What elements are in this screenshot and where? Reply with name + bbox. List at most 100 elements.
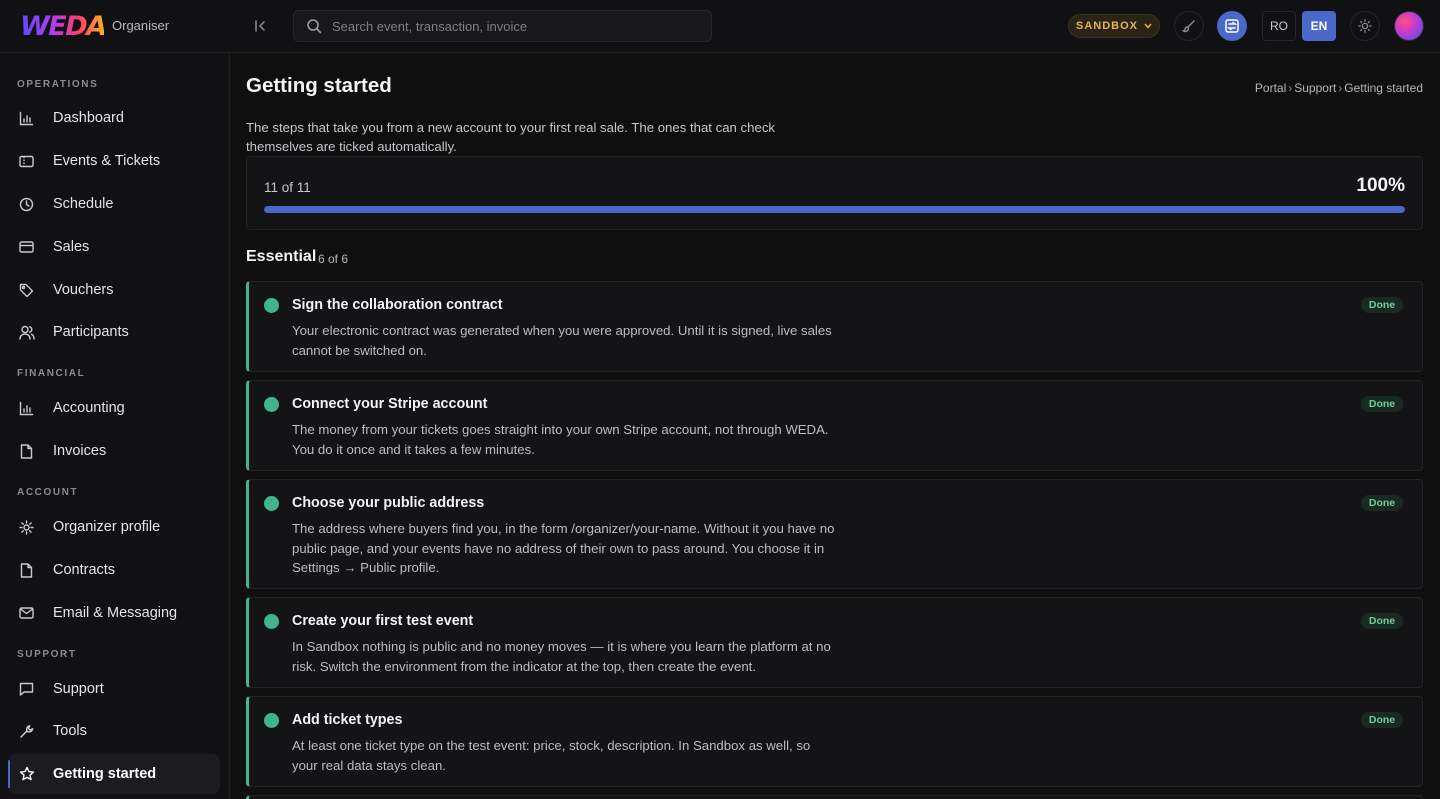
search-input[interactable] xyxy=(332,18,711,34)
task-card[interactable]: Sign the collaboration contract Your ele… xyxy=(246,281,1423,372)
status-badge: Done xyxy=(1361,396,1403,412)
task-description: In Sandbox nothing is public and no mone… xyxy=(292,639,831,674)
sidebar-item-sales[interactable]: Sales xyxy=(8,227,220,267)
gear-icon xyxy=(18,519,35,536)
task-description: At least one ticket type on the test eve… xyxy=(292,738,811,773)
section-title-operations: OPERATIONS xyxy=(17,79,99,90)
sidebar-item-vouchers[interactable]: Vouchers xyxy=(8,270,220,310)
document-icon xyxy=(18,562,35,579)
sidebar: OPERATIONS Dashboard Events & Tickets Sc… xyxy=(0,53,230,799)
breadcrumb: Portal › Support › Getting started xyxy=(1255,81,1423,95)
main-content: Getting started Portal › Support › Getting s… xyxy=(230,53,1440,799)
language-ro-button[interactable]: RO xyxy=(1262,11,1296,41)
ticket-icon xyxy=(18,153,35,170)
sidebar-item-dashboard[interactable]: Dashboard xyxy=(8,98,220,138)
progress-bar xyxy=(264,206,1405,213)
top-bar: WEDA Organiser SANDBOX RO EN xyxy=(0,0,1440,53)
collapse-sidebar-button[interactable] xyxy=(249,14,273,38)
sidebar-item-label: Contracts xyxy=(53,562,116,578)
check-dot-icon xyxy=(264,713,279,728)
chevron-down-icon xyxy=(1144,23,1152,29)
sidebar-item-label: Events & Tickets xyxy=(53,153,161,169)
user-avatar[interactable] xyxy=(1394,11,1424,41)
page-title: Getting started xyxy=(246,74,392,97)
sidebar-item-label: Dashboard xyxy=(53,110,124,126)
task-title: Create your first test event xyxy=(292,613,474,629)
section-title-financial: FINANCIAL xyxy=(17,368,86,379)
users-icon xyxy=(18,324,35,341)
check-dot-icon xyxy=(264,298,279,313)
breadcrumb-support[interactable]: Support xyxy=(1294,81,1336,95)
environment-selector[interactable]: SANDBOX xyxy=(1068,14,1160,38)
sidebar-item-label: Vouchers xyxy=(53,282,114,298)
task-card[interactable]: Add ticket types At least one ticket typ… xyxy=(246,696,1423,787)
sidebar-item-label: Organizer profile xyxy=(53,519,161,535)
star-icon xyxy=(18,766,35,783)
sidebar-item-label: Invoices xyxy=(53,443,107,459)
sidebar-item-schedule[interactable]: Schedule xyxy=(8,184,220,224)
sidebar-item-accounting[interactable]: Accounting xyxy=(8,388,220,428)
check-dot-icon xyxy=(264,496,279,511)
sidebar-item-label: Schedule xyxy=(53,196,114,212)
search-icon xyxy=(307,19,322,34)
sidebar-item-events-tickets[interactable]: Events & Tickets xyxy=(8,141,220,181)
weda-logo[interactable]: WEDA xyxy=(20,11,107,42)
tag-icon xyxy=(18,282,35,299)
language-en-button[interactable]: EN xyxy=(1302,11,1336,41)
task-card[interactable]: Connect your Stripe account The money fr… xyxy=(246,380,1423,471)
breadcrumb-current: Getting started xyxy=(1344,81,1423,95)
status-badge: Done xyxy=(1361,712,1403,728)
sidebar-item-label: Support xyxy=(53,681,104,697)
sidebar-item-label: Sales xyxy=(53,239,90,255)
switch-environment-button[interactable] xyxy=(1217,11,1247,41)
task-card[interactable] xyxy=(246,795,1423,799)
task-description: Your electronic contract was generated w… xyxy=(292,323,832,358)
sidebar-item-contracts[interactable]: Contracts xyxy=(8,550,220,590)
sidebar-item-label: Email & Messaging xyxy=(53,605,178,621)
search-bar[interactable] xyxy=(293,10,712,42)
chat-icon xyxy=(18,681,35,698)
brush-button[interactable] xyxy=(1174,11,1204,41)
section-title-support: SUPPORT xyxy=(17,649,77,660)
clock-icon xyxy=(18,196,35,213)
sidebar-item-label: Tools xyxy=(53,723,87,739)
sidebar-item-organizer-profile[interactable]: Organizer profile xyxy=(8,507,220,547)
sidebar-item-invoices[interactable]: Invoices xyxy=(8,431,220,471)
breadcrumb-separator: › xyxy=(1288,81,1293,95)
brand-subtitle: Organiser xyxy=(112,18,170,33)
task-card[interactable]: Create your first test event In Sandbox … xyxy=(246,597,1423,688)
chart-icon xyxy=(18,110,35,127)
check-dot-icon xyxy=(264,614,279,629)
wrench-icon xyxy=(18,723,35,740)
task-title: Sign the collaboration contract xyxy=(292,297,503,313)
theme-toggle-button[interactable] xyxy=(1350,11,1380,41)
environment-label: SANDBOX xyxy=(1075,20,1138,32)
sidebar-item-email-messaging[interactable]: Email & Messaging xyxy=(8,593,220,633)
task-description: The address where buyers find you, in th… xyxy=(292,521,835,575)
sidebar-item-getting-started[interactable]: Getting started xyxy=(8,754,220,794)
section-title-account: ACCOUNT xyxy=(17,487,79,498)
breadcrumb-portal[interactable]: Portal xyxy=(1255,81,1286,95)
task-card[interactable]: Choose your public address The address w… xyxy=(246,479,1423,589)
status-badge: Done xyxy=(1361,613,1403,629)
sidebar-item-participants[interactable]: Participants xyxy=(8,312,220,352)
group-title: Essential xyxy=(246,248,317,265)
status-badge: Done xyxy=(1361,297,1403,313)
sidebar-item-label: Accounting xyxy=(53,400,125,416)
check-dot-icon xyxy=(264,397,279,412)
collapse-icon xyxy=(255,20,265,32)
swap-icon xyxy=(1225,19,1239,33)
sun-icon xyxy=(1358,19,1372,33)
task-description: The money from your tickets goes straigh… xyxy=(292,422,829,457)
progress-percent: 100% xyxy=(1356,175,1405,196)
sidebar-item-tools[interactable]: Tools xyxy=(8,711,220,751)
brush-icon xyxy=(1182,20,1195,33)
task-title: Choose your public address xyxy=(292,495,485,511)
progress-card: 11 of 11 100% xyxy=(246,156,1423,230)
intro-text: The steps that take you from a new accou… xyxy=(246,120,776,154)
progress-count: 11 of 11 xyxy=(264,180,311,195)
chart-icon xyxy=(18,400,35,417)
document-icon xyxy=(18,443,35,460)
mail-icon xyxy=(18,605,35,622)
sidebar-item-support[interactable]: Support xyxy=(8,669,220,709)
